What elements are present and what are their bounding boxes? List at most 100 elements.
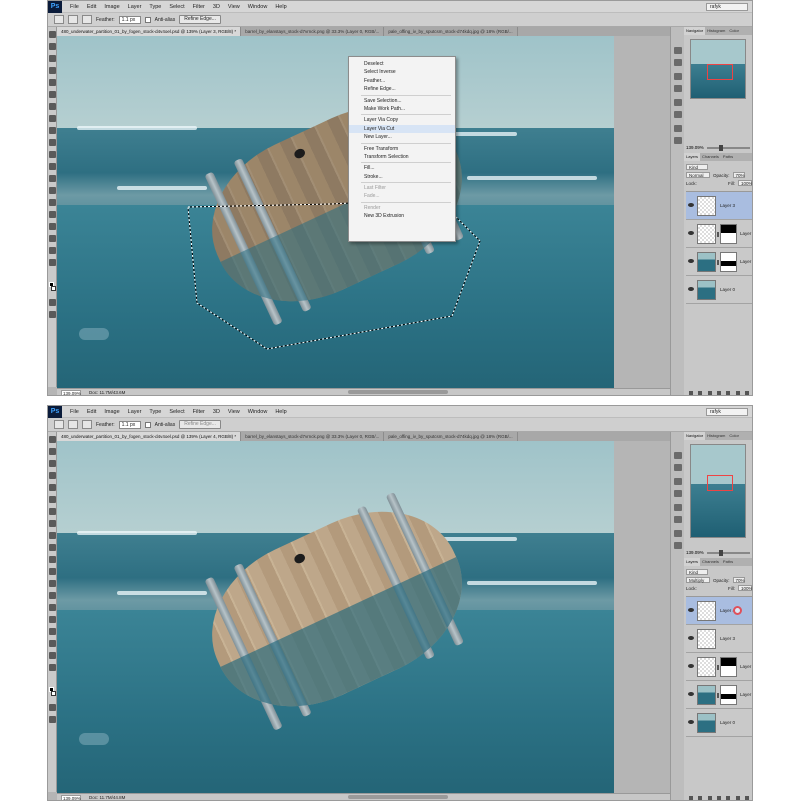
menu-window[interactable]: Window: [244, 4, 272, 10]
menu-layer[interactable]: Layer: [124, 409, 146, 415]
marquee-tool-icon[interactable]: [49, 448, 56, 455]
history-panel-icon[interactable]: [674, 47, 682, 54]
zoom-tool-icon[interactable]: [49, 664, 56, 671]
fx-icon[interactable]: [698, 796, 703, 800]
blur-tool-icon[interactable]: [49, 580, 56, 587]
context-menu-item-new-layer[interactable]: New Layer...: [349, 133, 455, 141]
crop-tool-icon[interactable]: [49, 79, 56, 86]
layer-row[interactable]: Layer 2: [686, 248, 752, 276]
new-selection-icon[interactable]: [68, 15, 78, 24]
brush-panel-icon[interactable]: [674, 125, 682, 132]
type-tool-icon[interactable]: [49, 211, 56, 218]
navigator-zoom-slider[interactable]: [706, 144, 750, 151]
menu-image[interactable]: Image: [100, 409, 123, 415]
shape-tool-icon[interactable]: [49, 235, 56, 242]
chain-link-icon[interactable]: [717, 232, 719, 237]
eye-icon[interactable]: [688, 692, 694, 696]
eye-icon[interactable]: [688, 720, 694, 724]
context-menu-item-feather[interactable]: Feather...: [349, 77, 455, 85]
add-selection-icon[interactable]: [82, 15, 92, 24]
refine-edge-button[interactable]: Refine Edge...: [179, 15, 221, 24]
layer-mask-thumbnail[interactable]: [720, 224, 737, 244]
zoom-tool-icon[interactable]: [49, 259, 56, 266]
new-layer-icon[interactable]: [735, 391, 740, 395]
link-layers-icon[interactable]: [688, 391, 693, 395]
menu-filter[interactable]: Filter: [189, 4, 209, 10]
background-color-swatch[interactable]: [51, 691, 56, 696]
brush-tool-icon[interactable]: [49, 520, 56, 527]
layer-kind-filter[interactable]: Kind: [686, 569, 708, 575]
context-menu-item-save-selection[interactable]: Save Selection...: [349, 97, 455, 105]
add-mask-icon[interactable]: [707, 796, 712, 800]
document-canvas[interactable]: [57, 441, 614, 793]
character-panel-icon[interactable]: [674, 504, 682, 511]
tab-navigator[interactable]: Navigator: [684, 432, 706, 440]
eye-icon[interactable]: [688, 664, 694, 668]
anti-alias-checkbox[interactable]: [144, 421, 151, 428]
document-tab[interactable]: pale_offing_iv_by_sputcsm_stock-d74kdq.j…: [384, 27, 518, 36]
crop-tool-icon[interactable]: [49, 484, 56, 491]
lasso-tool-icon[interactable]: [49, 460, 56, 467]
menu-3d[interactable]: 3D: [209, 409, 224, 415]
quick-select-tool-icon[interactable]: [49, 67, 56, 74]
clone-stamp-tool-icon[interactable]: [49, 127, 56, 134]
trash-icon[interactable]: [745, 391, 750, 395]
layer-mask-thumbnail[interactable]: [720, 657, 737, 677]
eye-icon[interactable]: [688, 608, 694, 612]
adjustment-layer-icon[interactable]: [716, 796, 721, 800]
lasso-tool-icon[interactable]: [54, 420, 64, 429]
adjustment-layer-icon[interactable]: [716, 391, 721, 395]
paragraph-panel-icon[interactable]: [674, 516, 682, 523]
path-select-tool-icon[interactable]: [49, 223, 56, 230]
quick-mask-icon[interactable]: [49, 704, 56, 711]
eye-icon[interactable]: [688, 203, 694, 207]
healing-tool-icon[interactable]: [49, 103, 56, 110]
lasso-tool-icon[interactable]: [49, 55, 56, 62]
eraser-tool-icon[interactable]: [49, 556, 56, 563]
layer-row[interactable]: Layer 1: [686, 220, 752, 248]
document-tab[interactable]: barrel_by_elanstays_stock-d7vrnck.png @ …: [241, 432, 385, 441]
feather-input[interactable]: 1.1 px: [118, 420, 141, 429]
character-panel-icon[interactable]: [674, 99, 682, 106]
horizontal-scrollbar[interactable]: [348, 795, 448, 799]
opacity-input[interactable]: 70%: [732, 577, 745, 583]
menu-window[interactable]: Window: [244, 409, 272, 415]
chain-link-icon[interactable]: [717, 260, 719, 265]
lasso-tool-icon[interactable]: [54, 15, 64, 24]
new-group-icon[interactable]: [726, 391, 731, 395]
zoom-level[interactable]: 139.09%: [61, 389, 81, 395]
eyedropper-tool-icon[interactable]: [49, 496, 56, 503]
marquee-tool-icon[interactable]: [49, 43, 56, 50]
layer-row[interactable]: Layer 3: [686, 625, 752, 653]
layer-row[interactable]: Layer 0: [686, 709, 752, 737]
navigator-zoom-slider[interactable]: [706, 549, 750, 556]
workspace-select[interactable]: rafyk: [706, 408, 748, 416]
brush-panel-icon[interactable]: [674, 530, 682, 537]
tab-layers[interactable]: Layers: [684, 153, 701, 161]
menu-3d[interactable]: 3D: [209, 4, 224, 10]
refine-edge-button[interactable]: Refine Edge...: [179, 420, 221, 429]
context-menu-item-refine-edge[interactable]: Refine Edge...: [349, 85, 455, 93]
adjustments-panel-icon[interactable]: [674, 73, 682, 80]
adjustments-panel-icon[interactable]: [674, 478, 682, 485]
navigator-view-box[interactable]: [707, 64, 733, 80]
context-menu-item-new-3d-extrusion[interactable]: New 3D Extrusion: [349, 212, 455, 220]
dodge-tool-icon[interactable]: [49, 592, 56, 599]
eyedropper-tool-icon[interactable]: [49, 91, 56, 98]
anti-alias-checkbox[interactable]: [144, 16, 151, 23]
move-tool-icon[interactable]: [49, 31, 56, 38]
document-tab[interactable]: pale_offing_iv_by_sputcsm_stock-d74kdq.j…: [384, 432, 518, 441]
trash-icon[interactable]: [745, 796, 750, 800]
menu-file[interactable]: File: [66, 4, 83, 10]
pen-tool-icon[interactable]: [49, 199, 56, 206]
navigator-thumbnail[interactable]: [690, 444, 746, 538]
feather-input[interactable]: 1.1 px: [118, 15, 141, 24]
tab-layers[interactable]: Layers: [684, 558, 701, 566]
layer-kind-filter[interactable]: Kind: [686, 164, 708, 170]
navigator-thumbnail[interactable]: [690, 39, 746, 99]
context-menu-item-make-work-path[interactable]: Make Work Path...: [349, 105, 455, 113]
new-layer-icon[interactable]: [735, 796, 740, 800]
menu-type[interactable]: Type: [145, 409, 165, 415]
history-panel-icon[interactable]: [674, 452, 682, 459]
menu-select[interactable]: Select: [165, 409, 188, 415]
